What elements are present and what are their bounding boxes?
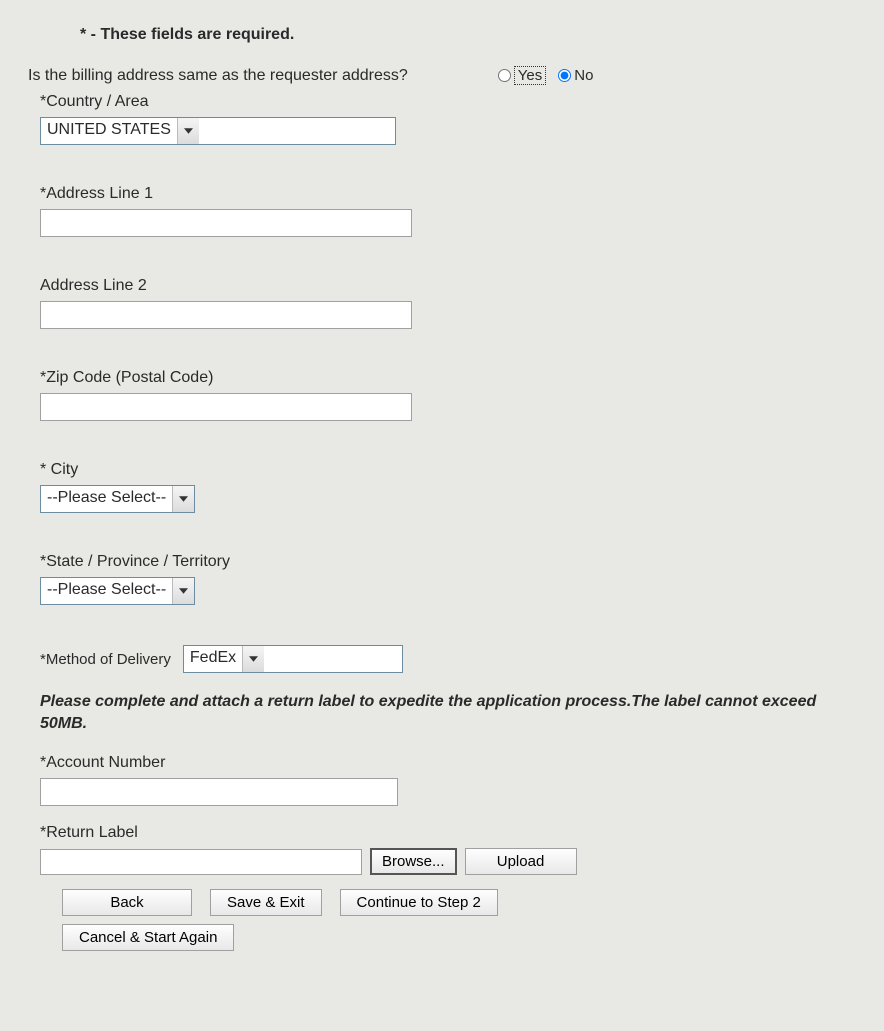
radio-no-label: No [574, 67, 593, 84]
account-field-block: *Account Number [40, 754, 856, 806]
account-label: *Account Number [40, 754, 856, 772]
state-label: *State / Province / Territory [40, 553, 856, 571]
address1-label: *Address Line 1 [40, 185, 856, 203]
zip-input[interactable] [40, 393, 412, 421]
billing-same-question-text: Is the billing address same as the reque… [28, 67, 408, 85]
radio-no-wrap[interactable]: No [558, 67, 593, 84]
chevron-down-icon [177, 118, 199, 144]
required-fields-note: * - These fields are required. [80, 26, 856, 44]
chevron-down-icon [242, 646, 264, 672]
radio-yes-wrap[interactable]: Yes [498, 66, 546, 85]
delivery-label: *Method of Delivery [40, 651, 171, 668]
address1-field-block: *Address Line 1 [40, 185, 856, 237]
button-row-1: Back Save & Exit Continue to Step 2 [62, 889, 856, 916]
country-label: *Country / Area [40, 93, 856, 111]
city-select[interactable]: --Please Select-- [40, 485, 195, 513]
radio-yes-label: Yes [514, 66, 546, 85]
address1-input[interactable] [40, 209, 412, 237]
state-select[interactable]: --Please Select-- [40, 577, 195, 605]
return-label-field-block: *Return Label Browse... Upload [40, 824, 856, 875]
continue-button[interactable]: Continue to Step 2 [340, 889, 498, 916]
form-page: * - These fields are required. Is the bi… [0, 0, 884, 989]
form-button-bar: Back Save & Exit Continue to Step 2 Canc… [62, 889, 856, 951]
account-input[interactable] [40, 778, 398, 806]
return-label-file-row: Browse... Upload [40, 848, 856, 875]
browse-button[interactable]: Browse... [370, 848, 457, 875]
city-field-block: * City --Please Select-- [40, 461, 856, 513]
radio-yes[interactable] [498, 69, 511, 82]
country-field-block: *Country / Area UNITED STATES [40, 93, 856, 145]
city-select-value: --Please Select-- [41, 486, 172, 512]
return-label-instruction: Please complete and attach a return labe… [40, 691, 856, 734]
radio-no[interactable] [558, 69, 571, 82]
back-button[interactable]: Back [62, 889, 192, 916]
return-label-label: *Return Label [40, 824, 856, 842]
state-select-value: --Please Select-- [41, 578, 172, 604]
return-label-file-input[interactable] [40, 849, 362, 875]
chevron-down-icon [172, 486, 194, 512]
state-field-block: *State / Province / Territory --Please S… [40, 553, 856, 605]
address2-input[interactable] [40, 301, 412, 329]
city-label: * City [40, 461, 856, 479]
zip-field-block: *Zip Code (Postal Code) [40, 369, 856, 421]
billing-same-question-row: Is the billing address same as the reque… [28, 66, 856, 85]
save-exit-button[interactable]: Save & Exit [210, 889, 322, 916]
button-row-2: Cancel & Start Again [62, 924, 856, 951]
address2-label: Address Line 2 [40, 277, 856, 295]
country-select-value: UNITED STATES [41, 118, 177, 144]
address2-field-block: Address Line 2 [40, 277, 856, 329]
delivery-row: *Method of Delivery FedEx [40, 645, 856, 673]
cancel-start-again-button[interactable]: Cancel & Start Again [62, 924, 234, 951]
delivery-select[interactable]: FedEx [183, 645, 403, 673]
upload-button[interactable]: Upload [465, 848, 577, 875]
chevron-down-icon [172, 578, 194, 604]
billing-same-radio-group: Yes No [498, 66, 594, 85]
country-select[interactable]: UNITED STATES [40, 117, 396, 145]
zip-label: *Zip Code (Postal Code) [40, 369, 856, 387]
delivery-select-value: FedEx [184, 646, 242, 672]
